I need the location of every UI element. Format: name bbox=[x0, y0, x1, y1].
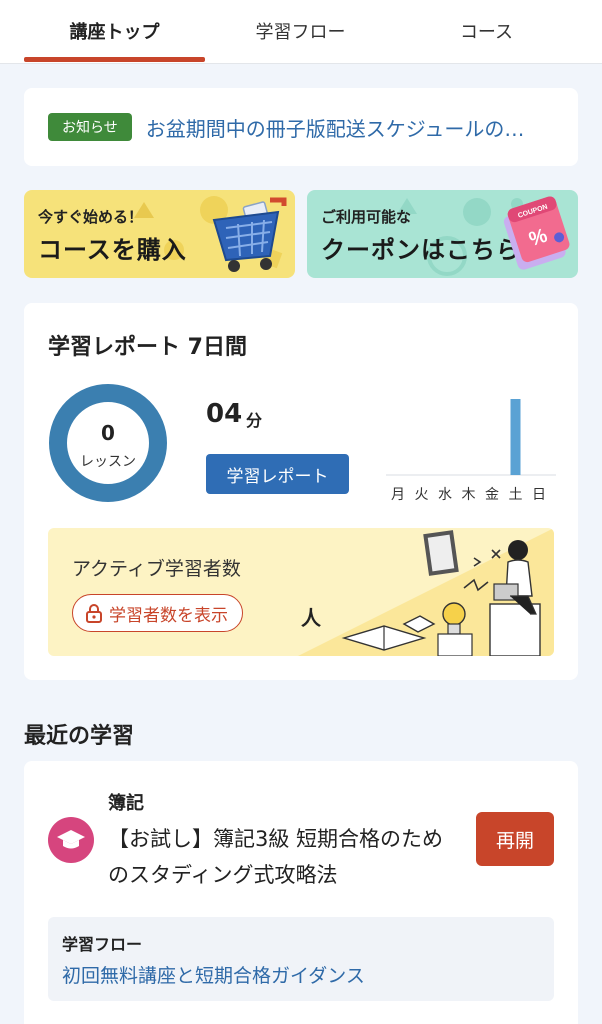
tab-course[interactable]: コース bbox=[396, 0, 577, 62]
notice-link[interactable]: お盆期間中の冊子版配送スケジュールの… bbox=[146, 113, 542, 142]
study-minutes-unit: 分 bbox=[246, 411, 263, 430]
chart-day-label: 日 bbox=[532, 487, 546, 503]
notice-card[interactable]: お知らせ お盆期間中の冊子版配送スケジュールの… bbox=[24, 88, 578, 166]
learning-flow-box: 学習フロー 初回無料講座と短期合格ガイダンス bbox=[48, 917, 554, 1001]
studying-person-illustration bbox=[341, 530, 541, 656]
tab-course-top[interactable]: 講座トップ bbox=[24, 0, 205, 62]
coupon-banner-title: クーポンはこちら bbox=[321, 236, 521, 264]
resume-button[interactable]: 再開 bbox=[476, 812, 554, 866]
chart-day-label: 木 bbox=[462, 487, 476, 503]
active-learners-panel: アクティブ学習者数 学習者数を表示 人 bbox=[48, 528, 554, 656]
learning-report-button[interactable]: 学習レポート bbox=[206, 454, 349, 494]
tab-learning-flow[interactable]: 学習フロー bbox=[210, 0, 391, 62]
graduation-cap-icon bbox=[48, 817, 94, 863]
study-minutes: 04 bbox=[206, 399, 243, 429]
learning-flow-label: 学習フロー bbox=[62, 935, 143, 954]
chart-bar-5 bbox=[510, 399, 521, 475]
notice-badge: お知らせ bbox=[48, 113, 132, 141]
chart-day-label: 火 bbox=[415, 487, 429, 503]
weekly-study-chart: 月火水木金土日 bbox=[386, 399, 556, 503]
tab-bar: 講座トップ 学習フロー コース bbox=[0, 0, 602, 64]
active-learners-label: アクティブ学習者数 bbox=[72, 558, 241, 580]
coupon-ticket-icon: COUPON % bbox=[503, 196, 570, 270]
active-tab-indicator bbox=[24, 57, 205, 62]
lesson-count: 0 bbox=[101, 421, 115, 445]
buy-banner-subtitle: 今すぐ始める！ bbox=[38, 208, 144, 226]
chart-day-label: 月 bbox=[391, 487, 405, 503]
shopping-cart-icon bbox=[212, 197, 287, 272]
chart-day-label: 土 bbox=[509, 487, 523, 503]
learning-flow-link[interactable]: 初回無料講座と短期合格ガイダンス bbox=[62, 961, 365, 988]
course-category: 簿記 bbox=[108, 793, 144, 814]
recent-learning-title: 最近の学習 bbox=[24, 724, 135, 749]
buy-course-banner[interactable]: 今すぐ始める！ コースを購入 bbox=[24, 190, 295, 278]
buy-banner-title: コースを購入 bbox=[38, 236, 187, 264]
lesson-unit: レッスン bbox=[80, 454, 136, 470]
report-title: 学習レポート 7日間 bbox=[48, 335, 247, 360]
course-title[interactable]: 【お試し】簿記3級 短期合格のためのスタディング式攻略法 bbox=[108, 821, 458, 893]
learning-report-card: 学習レポート 7日間 0 レッスン 04 分 学習レポート 月火水木金土日 アク… bbox=[24, 303, 578, 680]
show-learners-label: 学習者数を表示 bbox=[109, 605, 228, 626]
chart-day-label: 水 bbox=[438, 487, 452, 503]
coupon-banner-subtitle: ご利用可能な bbox=[321, 208, 412, 226]
chart-day-label: 金 bbox=[485, 487, 499, 503]
show-learners-button[interactable]: 学習者数を表示 bbox=[72, 594, 243, 632]
learners-unit: 人 bbox=[301, 606, 321, 630]
recent-course-card: 簿記 【お試し】簿記3級 短期合格のためのスタディング式攻略法 再開 学習フロー… bbox=[24, 761, 578, 1024]
lock-icon bbox=[86, 604, 102, 623]
coupon-banner[interactable]: ご利用可能な クーポンはこちら COUPON % bbox=[307, 190, 578, 278]
